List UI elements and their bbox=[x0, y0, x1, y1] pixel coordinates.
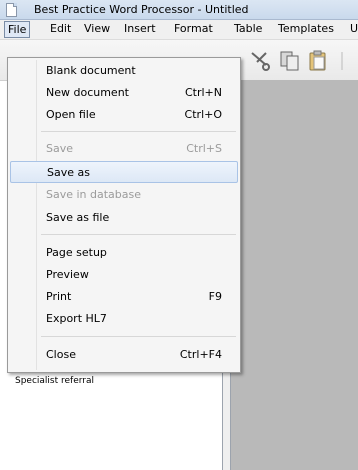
menu-item-label: Blank document bbox=[46, 64, 136, 77]
menu-templates[interactable]: Templates bbox=[278, 20, 334, 38]
menu-separator bbox=[41, 131, 236, 132]
menu-item-export-hl7[interactable]: Export HL7 bbox=[10, 308, 238, 330]
menu-format[interactable]: Format bbox=[174, 20, 213, 38]
toolbar-separator-icon bbox=[341, 52, 343, 70]
document-icon bbox=[6, 3, 17, 17]
menu-item-label: Open file bbox=[46, 108, 96, 121]
menu-item-save-as-file[interactable]: Save as file bbox=[10, 207, 238, 229]
menu-insert[interactable]: Insert bbox=[124, 20, 156, 38]
menu-item-save: Save Ctrl+S bbox=[10, 138, 238, 160]
editor-area[interactable] bbox=[231, 80, 358, 470]
menu-item-label: Print bbox=[46, 290, 72, 303]
menu-item-label: Save in database bbox=[46, 188, 142, 201]
menu-item-shortcut: Ctrl+O bbox=[184, 108, 222, 121]
menu-item-preview[interactable]: Preview bbox=[10, 264, 238, 286]
menu-bar: File Edit View Insert Format Table Templ… bbox=[0, 20, 358, 40]
title-bar: Best Practice Word Processor - Untitled bbox=[0, 0, 358, 20]
menu-item-shortcut: Ctrl+S bbox=[186, 142, 222, 155]
menu-separator bbox=[41, 336, 236, 337]
menu-item-label: Save bbox=[46, 142, 74, 155]
menu-item-shortcut: Ctrl+N bbox=[184, 86, 222, 99]
menu-item-label: Save as bbox=[47, 166, 90, 179]
menu-item-label: Export HL7 bbox=[46, 312, 107, 325]
menu-item-close[interactable]: Close Ctrl+F4 bbox=[10, 344, 238, 366]
menu-item-page-setup[interactable]: Page setup bbox=[10, 242, 238, 264]
menu-edit[interactable]: Edit bbox=[50, 20, 71, 38]
copy-icon[interactable] bbox=[278, 50, 302, 72]
menu-item-label: New document bbox=[46, 86, 129, 99]
window-title: Best Practice Word Processor - Untitled bbox=[34, 3, 249, 16]
menu-item-shortcut: F9 bbox=[208, 290, 222, 303]
menu-item-open-file[interactable]: Open file Ctrl+O bbox=[10, 104, 238, 126]
menu-item-print[interactable]: Print F9 bbox=[10, 286, 238, 308]
menu-item-label: Preview bbox=[46, 268, 89, 281]
list-item-specialist-referral[interactable]: Specialist referral bbox=[15, 376, 94, 386]
menu-separator bbox=[41, 234, 236, 235]
file-menu-dropdown: Blank document New document Ctrl+N Open … bbox=[7, 57, 241, 373]
menu-file[interactable]: File bbox=[4, 21, 31, 38]
menu-item-blank-document[interactable]: Blank document bbox=[10, 60, 238, 82]
menu-item-new-document[interactable]: New document Ctrl+N bbox=[10, 82, 238, 104]
menu-u[interactable]: U bbox=[350, 20, 358, 38]
paste-icon[interactable] bbox=[306, 50, 330, 72]
menu-item-shortcut: Ctrl+F4 bbox=[179, 348, 222, 361]
menu-item-label: Page setup bbox=[46, 246, 107, 259]
menu-table[interactable]: Table bbox=[234, 20, 262, 38]
menu-item-save-as[interactable]: Save as bbox=[10, 161, 238, 183]
menu-view[interactable]: View bbox=[84, 20, 110, 38]
menu-item-label: Close bbox=[46, 348, 76, 361]
menu-item-save-in-database: Save in database bbox=[10, 184, 238, 206]
menu-item-label: Save as file bbox=[46, 211, 110, 224]
cut-icon[interactable] bbox=[248, 50, 272, 72]
